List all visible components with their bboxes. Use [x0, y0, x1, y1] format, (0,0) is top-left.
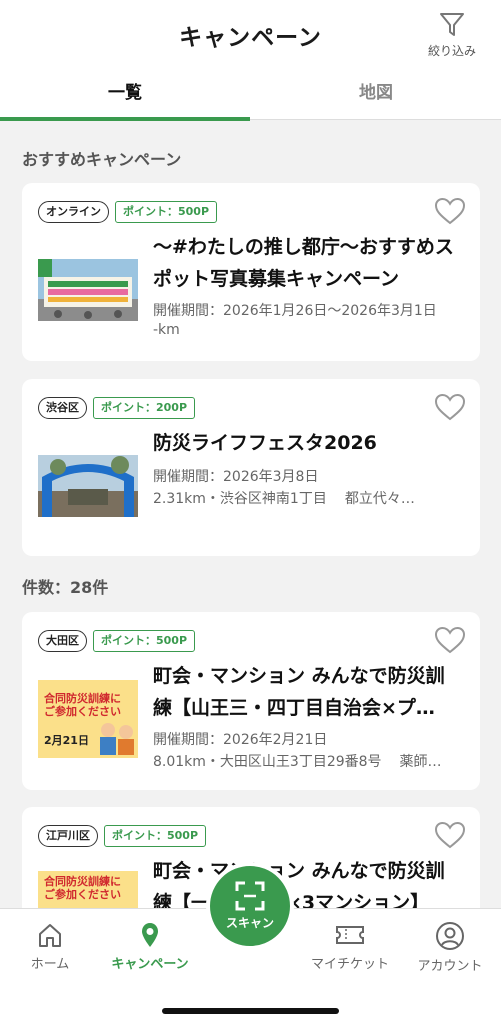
campaign-thumbnail	[38, 259, 138, 321]
point-tag: ポイント：500P	[115, 201, 218, 223]
nav-campaign[interactable]: キャンペーン	[102, 921, 198, 972]
nav-home[interactable]: ホーム	[2, 921, 98, 972]
scan-icon	[235, 881, 265, 911]
campaign-title: 防災ライフフェスタ2026	[153, 432, 377, 454]
card-tags: 渋谷区 ポイント：200P	[38, 397, 196, 419]
point-tag: ポイント：500P	[104, 825, 207, 847]
poster-date: 2月21日	[44, 734, 89, 747]
area-tag: オンライン	[38, 201, 109, 223]
area-tag: 渋谷区	[38, 397, 87, 419]
campaign-card[interactable]: 渋谷区 ポイント：200P 防災ライフフェスタ2026 開催期間：2026年3月…	[22, 379, 480, 556]
campaign-title: 町会・マンション みんなで防災訓練【一 ×3マンション】	[153, 860, 445, 908]
favorite-heart-icon[interactable]	[434, 393, 466, 421]
campaign-title: 〜#わたしの推し都庁〜おすすめスポット写真募集キャンペーン	[153, 236, 454, 290]
tab-list[interactable]: 一覧	[0, 78, 250, 121]
result-count: 件数：28件	[22, 578, 109, 597]
campaign-thumbnail: 合同防災訓練に ご参加ください	[38, 871, 138, 908]
home-icon	[39, 924, 61, 947]
nav-campaign-label: キャンペーン	[111, 957, 189, 972]
filter-icon	[440, 13, 464, 36]
view-tabs: 一覧 地図	[0, 78, 501, 121]
campaign-distance: 8.01km・大田区山王3丁目29番8号	[153, 754, 382, 770]
nav-home-label: ホーム	[30, 957, 70, 972]
campaign-distance: -km	[153, 322, 180, 338]
filter-button[interactable]: 絞り込み	[421, 12, 483, 59]
card-tags: オンライン ポイント：500P	[38, 201, 218, 223]
campaign-title: 町会・マンション みんなで防災訓練【山王三・四丁目自治会×プ…	[153, 665, 445, 719]
tab-map[interactable]: 地図	[251, 78, 501, 120]
nav-ticket-label: マイチケット	[310, 957, 389, 972]
campaign-thumbnail: 合同防災訓練に ご参加ください 2月21日	[38, 680, 138, 758]
campaign-period: 開催期間：2026年2月21日	[153, 732, 328, 748]
campaign-period: 開催期間：2026年3月8日	[153, 469, 319, 485]
scan-label: スキャン	[225, 916, 274, 930]
campaign-period: 開催期間：2026年1月26日〜2026年3月1日	[153, 303, 437, 319]
card-tags: 江戸川区 ポイント：500P	[38, 825, 207, 847]
favorite-heart-icon[interactable]	[434, 821, 466, 849]
campaign-location: 2.31km・渋谷区神南1丁目 都立代々…	[153, 488, 463, 508]
campaign-thumbnail	[38, 455, 138, 517]
campaign-venue: 薬師…	[399, 754, 442, 770]
campaign-location: 8.01km・大田区山王3丁目29番8号 薬師…	[153, 751, 463, 771]
filter-label: 絞り込み	[427, 44, 476, 58]
recommended-heading: おすすめキャンペーン	[22, 150, 182, 169]
campaign-card[interactable]: オンライン ポイント：500P 〜#わたしの推し都庁〜おすすめスポット写真募集キ…	[22, 183, 480, 361]
ticket-icon	[336, 926, 364, 944]
campaign-distance: 2.31km・渋谷区神南1丁目	[153, 491, 327, 507]
campaign-venue: 都立代々…	[344, 491, 415, 507]
poster-line2: ご参加ください	[44, 705, 121, 718]
poster-line1: 合同防災訓練に	[44, 875, 121, 888]
favorite-heart-icon[interactable]	[434, 626, 466, 654]
point-tag: ポイント：200P	[93, 397, 196, 419]
favorite-heart-icon[interactable]	[434, 197, 466, 225]
area-tag: 江戸川区	[38, 825, 98, 847]
app-header: キャンペーン 絞り込み 一覧 地図	[0, 0, 501, 121]
point-tag: ポイント：500P	[93, 630, 196, 652]
nav-account-label: アカウント	[417, 959, 483, 974]
scan-button[interactable]: スキャン	[206, 862, 294, 950]
nav-ticket[interactable]: マイチケット	[302, 921, 398, 972]
poster-line1: 合同防災訓練に	[44, 692, 121, 705]
nav-account[interactable]: アカウント	[402, 921, 498, 974]
card-tags: 大田区 ポイント：500P	[38, 630, 196, 652]
map-pin-icon	[142, 923, 158, 947]
area-tag: 大田区	[38, 630, 87, 652]
account-icon	[436, 922, 464, 950]
home-indicator	[162, 1008, 339, 1014]
campaign-card[interactable]: 大田区 ポイント：500P 合同防災訓練に ご参加ください 2月21日 町会・マ…	[22, 612, 480, 790]
poster-line2: ご参加ください	[44, 888, 121, 901]
